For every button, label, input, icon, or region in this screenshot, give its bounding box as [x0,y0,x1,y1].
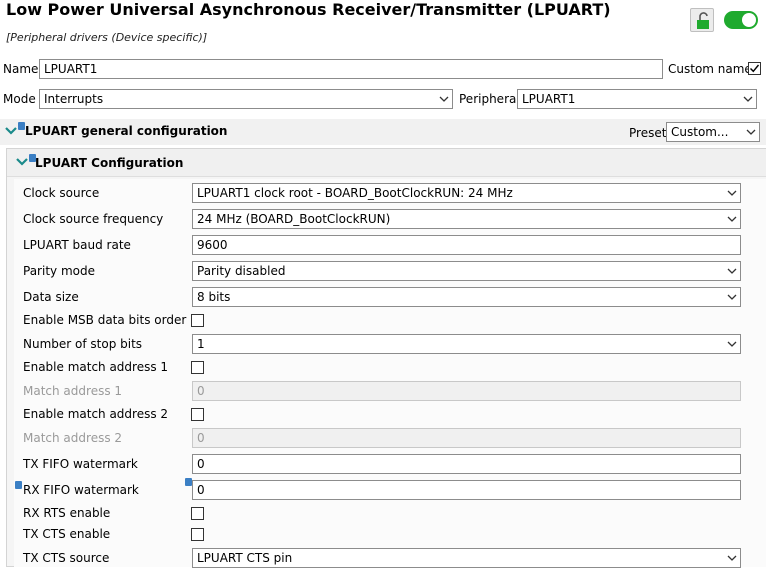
page-title: Low Power Universal Asynchronous Receive… [6,0,611,19]
chevron-down-icon [727,268,737,274]
unlock-button[interactable] [690,8,714,32]
chevron-down-icon [727,341,737,347]
lpuart-baud-rate-value: 9600 [197,238,228,252]
preset-label: Preset [629,126,667,140]
enable-match-address-1-label: Enable match address 1 [23,360,169,374]
lpuart-baud-rate-input[interactable]: 9600 [192,235,741,255]
enable-match-address-2-checkbox[interactable] [191,408,204,421]
rx-rts-enable-checkbox[interactable] [191,507,204,520]
config-title: LPUART Configuration [35,156,184,170]
chevron-down-icon [727,294,737,300]
number-of-stop-bits-select[interactable]: 1 [192,334,741,354]
tx-fifo-watermark-value: 0 [197,457,205,471]
parity-mode-label: Parity mode [23,264,95,278]
number-of-stop-bits-value: 1 [197,337,205,351]
lpuart-baud-rate-label: LPUART baud rate [23,238,131,252]
chevron-down-icon [727,216,737,222]
enable-msb-data-bits-order-checkbox[interactable] [191,314,204,327]
collapse-chevron-icon[interactable] [4,126,18,136]
general-config-title: LPUART general configuration [25,124,228,138]
rx-rts-enable-label: RX RTS enable [23,506,111,520]
mode-label: Mode [3,92,36,106]
custom-name-checkbox[interactable] [748,62,761,75]
checkmark-icon [750,64,760,73]
parity-mode-select[interactable]: Parity disabled [192,261,741,281]
tx-cts-source-select[interactable]: LPUART CTS pin [192,548,741,568]
unlock-icon [697,12,709,29]
chevron-down-icon [727,555,737,561]
enable-match-address-1-checkbox[interactable] [191,361,204,374]
match-address-1-value: 0 [197,384,205,398]
mode-select[interactable]: Interrupts [39,89,453,109]
match-address-1-label: Match address 1 [23,384,123,398]
rx-fifo-watermark-input[interactable]: 0 [192,480,741,500]
preset-select[interactable]: Custom... [666,122,760,142]
data-size-select[interactable]: 8 bits [192,287,741,307]
peripheral-value: LPUART1 [522,92,576,106]
info-icon[interactable] [15,481,22,489]
tx-cts-source-value: LPUART CTS pin [197,551,293,565]
match-address-1-input: 0 [192,381,741,401]
clock-source-select[interactable]: LPUART1 clock root - BOARD_BootClockRUN:… [192,183,741,203]
tx-cts-enable-checkbox[interactable] [191,528,204,541]
match-address-2-input: 0 [192,428,741,448]
preset-value: Custom... [671,125,729,139]
data-size-value: 8 bits [197,290,231,304]
name-input[interactable]: LPUART1 [39,59,663,79]
data-size-label: Data size [23,290,79,304]
rx-fifo-watermark-value: 0 [197,483,205,497]
number-of-stop-bits-label: Number of stop bits [23,337,143,351]
chevron-down-icon [439,96,449,102]
tx-cts-enable-label: TX CTS enable [23,527,111,541]
enable-match-address-2-label: Enable match address 2 [23,407,169,421]
rx-fifo-watermark-label: RX FIFO watermark [23,483,139,497]
mode-value: Interrupts [44,92,104,106]
info-icon[interactable] [185,478,192,486]
tx-cts-source-label: TX CTS source [23,551,110,565]
peripheral-label: Peripheral [459,92,520,106]
page-subtitle: [Peripheral drivers (Device specific)] [6,31,208,44]
clock-source-frequency-label: Clock source frequency [23,212,164,226]
tx-fifo-watermark-label: TX FIFO watermark [23,457,138,471]
name-label: Name [3,62,39,76]
custom-name-label: Custom name [668,62,752,76]
match-address-2-value: 0 [197,431,205,445]
info-icon[interactable] [18,122,25,130]
tx-fifo-watermark-input[interactable]: 0 [192,454,741,474]
match-address-2-label: Match address 2 [23,431,123,445]
chevron-down-icon [746,129,756,135]
enable-toggle[interactable] [724,11,758,29]
clock-source-label: Clock source [23,186,100,200]
clock-source-frequency-value: 24 MHz (BOARD_BootClockRUN) [197,212,391,226]
chevron-down-icon [727,190,737,196]
parity-mode-value: Parity disabled [197,264,286,278]
enable-msb-data-bits-order-label: Enable MSB data bits order [23,313,187,327]
peripheral-select[interactable]: LPUART1 [517,89,757,109]
clock-source-frequency-select[interactable]: 24 MHz (BOARD_BootClockRUN) [192,209,741,229]
clock-source-value: LPUART1 clock root - BOARD_BootClockRUN:… [197,186,513,200]
chevron-down-icon [743,96,753,102]
collapse-chevron-icon[interactable] [15,157,29,167]
